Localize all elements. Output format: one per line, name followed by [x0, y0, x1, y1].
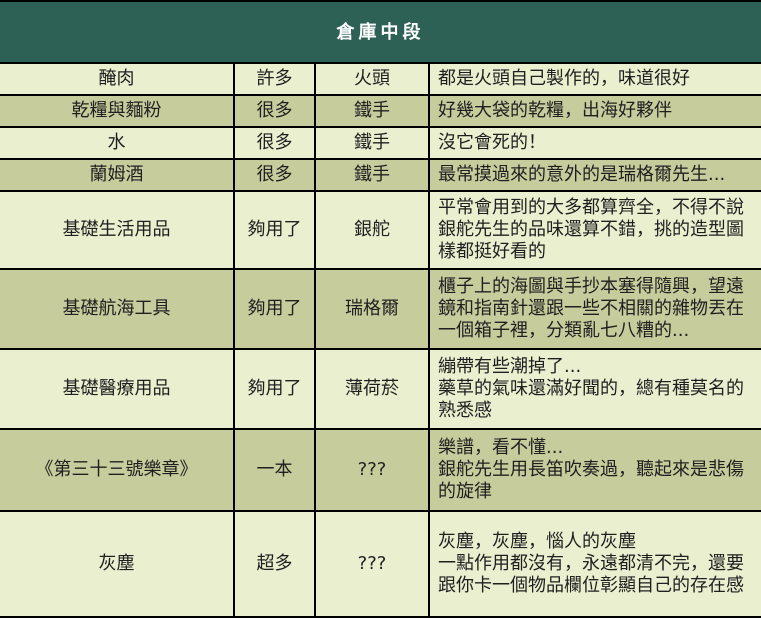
notes-text: 樂譜，看不懂... 銀舵先生用長笛吹奏過，聽起來是悲傷的旋律	[438, 437, 744, 502]
item-name: 基礎航海工具	[62, 298, 171, 319]
table-row: 基礎醫療用品 夠用了 薄荷菸 繃帶有些潮掉了... 藥草的氣味還滿好聞的，總有種…	[0, 350, 761, 428]
table-row: 基礎航海工具 夠用了 瑞格爾 櫃子上的海圖與手抄本塞得隨興，望遠鏡和指南針還跟一…	[0, 270, 761, 348]
table-row: 基礎生活用品 夠用了 銀舵 平常會用到的大多都算齊全，不得不說銀舵先生的品味還算…	[0, 192, 761, 268]
storage-table-page: 倉庫中段 醃肉 許多 火頭 都是火頭自己製作的，味道很好 乾糧與麵粉 很多 鐵手…	[0, 0, 761, 618]
notes-text: 繃帶有些潮掉了... 藥草的氣味還滿好聞的，總有種莫名的熟悉感	[438, 356, 744, 421]
top-border	[0, 0, 761, 2]
notes-text: 平常會用到的大多都算齊全，不得不說銀舵先生的品味還算不錯，挑的造型圖樣都挺好看的	[438, 197, 744, 262]
owner: 鐵手	[314, 160, 428, 190]
owner: 鐵手	[314, 96, 428, 126]
notes-text: 櫃子上的海圖與手抄本塞得隨興，望遠鏡和指南針還跟一些不相關的雜物丟在一個箱子裡，…	[438, 276, 744, 341]
notes: 都是火頭自己製作的，味道很好	[428, 64, 761, 94]
quantity: 超多	[233, 512, 314, 616]
table-row: 蘭姆酒 很多 鐵手 最常摸過來的意外的是瑞格爾先生...	[0, 160, 761, 190]
item-name: 蘭姆酒	[89, 164, 144, 185]
notes-text: 都是火頭自己製作的，味道很好	[438, 68, 690, 89]
table-row: 醃肉 許多 火頭 都是火頭自己製作的，味道很好	[0, 64, 761, 94]
quantity: 夠用了	[233, 192, 314, 268]
quantity: 很多	[233, 96, 314, 126]
owner: 薄荷菸	[314, 350, 428, 428]
owner: ???	[314, 512, 428, 616]
inventory-table: 醃肉 許多 火頭 都是火頭自己製作的，味道很好 乾糧與麵粉 很多 鐵手 好幾大袋…	[0, 62, 761, 618]
table-row: 水 很多 鐵手 沒它會死的！	[0, 128, 761, 158]
item-name: 《第三十三號樂章》	[35, 459, 198, 480]
item-name: 乾糧與麵粉	[71, 100, 162, 121]
item-name: 醃肉	[98, 68, 135, 89]
notes-text: 灰塵，灰塵，惱人的灰塵 一點作用都沒有，永遠都清不完，還要跟你卡一個物品欄位彰顯…	[438, 531, 744, 596]
item-name: 基礎生活用品	[62, 219, 171, 240]
notes: 好幾大袋的乾糧，出海好夥伴	[428, 96, 761, 126]
notes-text: 沒它會死的！	[438, 132, 546, 153]
owner: 瑞格爾	[314, 270, 428, 348]
table-row: 灰塵 超多 ??? 灰塵，灰塵，惱人的灰塵 一點作用都沒有，永遠都清不完，還要跟…	[0, 512, 761, 616]
notes: 灰塵，灰塵，惱人的灰塵 一點作用都沒有，永遠都清不完，還要跟你卡一個物品欄位彰顯…	[428, 512, 761, 616]
item-name: 灰塵	[98, 553, 135, 574]
table-row: 《第三十三號樂章》 一本 ??? 樂譜，看不懂... 銀舵先生用長笛吹奏過，聽起…	[0, 430, 761, 510]
quantity: 一本	[233, 430, 314, 510]
owner: ???	[314, 430, 428, 510]
notes-text: 好幾大袋的乾糧，出海好夥伴	[438, 100, 672, 121]
owner: 鐵手	[314, 128, 428, 158]
notes: 樂譜，看不懂... 銀舵先生用長笛吹奏過，聽起來是悲傷的旋律	[428, 430, 761, 510]
quantity: 很多	[233, 128, 314, 158]
item-name: 水	[107, 132, 126, 153]
notes: 櫃子上的海圖與手抄本塞得隨興，望遠鏡和指南針還跟一些不相關的雜物丟在一個箱子裡，…	[428, 270, 761, 348]
item-name: 基礎醫療用品	[62, 378, 171, 399]
quantity: 夠用了	[233, 270, 314, 348]
notes: 最常摸過來的意外的是瑞格爾先生...	[428, 160, 761, 190]
table-row: 乾糧與麵粉 很多 鐵手 好幾大袋的乾糧，出海好夥伴	[0, 96, 761, 126]
notes: 沒它會死的！	[428, 128, 761, 158]
quantity: 夠用了	[233, 350, 314, 428]
owner: 銀舵	[314, 192, 428, 268]
owner: 火頭	[314, 64, 428, 94]
notes: 繃帶有些潮掉了... 藥草的氣味還滿好聞的，總有種莫名的熟悉感	[428, 350, 761, 428]
quantity: 很多	[233, 160, 314, 190]
table-title: 倉庫中段	[0, 0, 761, 62]
quantity: 許多	[233, 64, 314, 94]
notes-text: 最常摸過來的意外的是瑞格爾先生...	[438, 164, 726, 185]
notes: 平常會用到的大多都算齊全，不得不說銀舵先生的品味還算不錯，挑的造型圖樣都挺好看的	[428, 192, 761, 268]
